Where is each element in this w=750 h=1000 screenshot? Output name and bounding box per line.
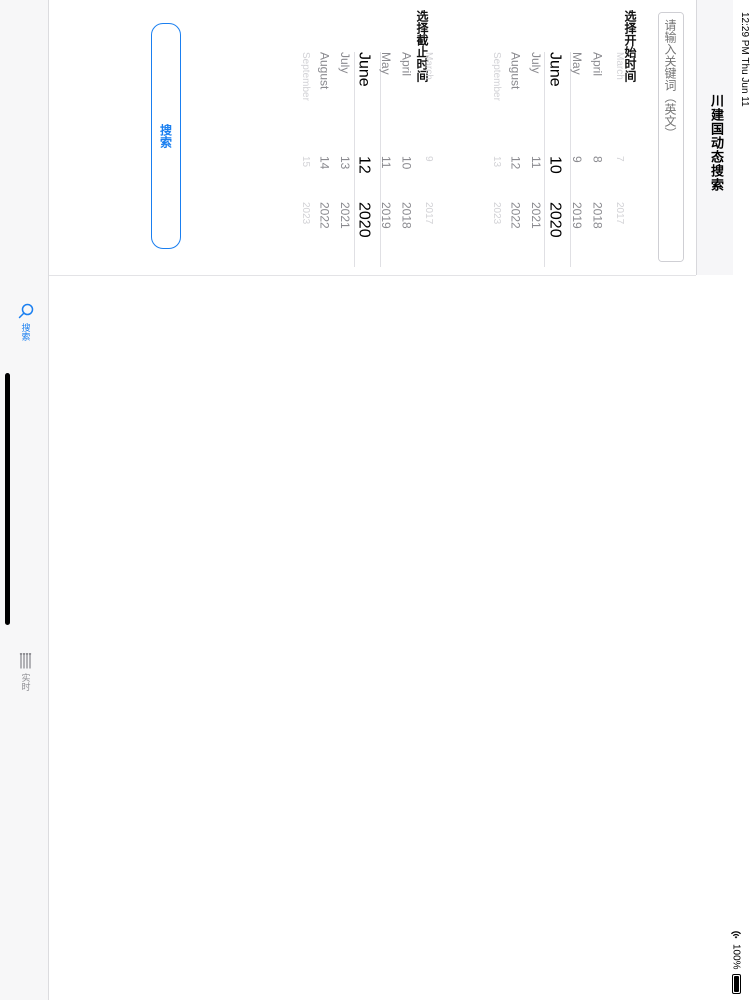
picker-year-option[interactable]: 2021 — [330, 202, 352, 229]
search-button-label: 搜索 — [158, 124, 173, 148]
picker-year-option[interactable]: 2020 — [542, 202, 564, 238]
picker-month-option[interactable]: April — [583, 52, 605, 76]
picker-year-option[interactable]: 2020 — [351, 202, 373, 238]
search-icon — [18, 303, 34, 319]
status-indicators: 100% — [722, 930, 750, 1000]
picker-day-option[interactable]: 9 — [412, 156, 434, 162]
picker-month-option[interactable]: September — [480, 52, 502, 101]
picker-month-option[interactable]: June — [351, 52, 373, 87]
page-title: 川建国动态搜索 — [709, 94, 724, 192]
picker-day-option[interactable]: 11 — [371, 156, 393, 168]
picker-year-option[interactable]: 2021 — [521, 202, 543, 229]
tab-realtime-label: 实时 — [20, 673, 31, 691]
picker-day-option[interactable]: 15 — [289, 156, 311, 167]
picker-month-option[interactable]: June — [542, 52, 564, 87]
picker-month-option[interactable]: May — [562, 52, 584, 75]
end-date-picker[interactable]: March April May June July August September 9 10 1… — [272, 52, 434, 267]
search-button[interactable]: 搜索 — [151, 23, 181, 249]
picker-year-option[interactable]: 2017 — [412, 202, 434, 224]
picker-day-option[interactable]: 9 — [562, 156, 584, 163]
picker-day-option[interactable]: 7 — [603, 156, 625, 162]
picker-year-option[interactable]: 2023 — [289, 202, 311, 224]
picker-month-option[interactable]: July — [521, 52, 543, 73]
picker-year-option[interactable]: 2018 — [392, 202, 414, 229]
tab-realtime[interactable]: 实时 — [14, 653, 38, 691]
picker-month-option[interactable]: April — [392, 52, 414, 76]
picker-month-option[interactable]: August — [501, 52, 523, 89]
picker-day-option[interactable]: 12 — [501, 156, 523, 169]
picker-year-option[interactable]: 2019 — [562, 202, 584, 229]
picker-year-option[interactable]: 2018 — [583, 202, 605, 229]
picker-day-option[interactable]: 10 — [542, 156, 564, 174]
picker-year-option[interactable]: 2022 — [310, 202, 332, 229]
picker-day-option[interactable]: 14 — [310, 156, 332, 169]
wifi-icon — [730, 930, 742, 940]
tab-search[interactable]: 搜索 — [14, 303, 38, 341]
start-date-picker[interactable]: March April May June July August September 7 8 9 1… — [480, 52, 625, 267]
battery-percent: 100% — [730, 944, 742, 970]
picker-year-option[interactable]: 2017 — [603, 202, 625, 224]
picker-day-option[interactable]: 10 — [392, 156, 414, 169]
picker-month-option[interactable]: July — [330, 52, 352, 73]
picker-month-option[interactable]: March — [603, 52, 625, 80]
picker-day-option[interactable]: 8 — [583, 156, 605, 163]
home-indicator — [5, 373, 10, 625]
tab-search-label: 搜索 — [20, 323, 31, 341]
list-icon — [19, 653, 32, 669]
picker-month-option[interactable]: August — [310, 52, 332, 89]
picker-day-option[interactable]: 11 — [521, 156, 543, 168]
picker-day-option[interactable]: 13 — [330, 156, 352, 169]
battery-icon — [731, 973, 741, 994]
picker-month-option[interactable]: March — [412, 52, 434, 80]
picker-day-option[interactable]: 12 — [351, 156, 373, 174]
picker-month-option[interactable]: September — [289, 52, 311, 101]
picker-year-option[interactable]: 2022 — [501, 202, 523, 229]
keyword-input[interactable] — [658, 12, 684, 262]
picker-day-option[interactable]: 13 — [480, 156, 502, 167]
picker-year-option[interactable]: 2019 — [371, 202, 393, 229]
picker-month-option[interactable]: May — [371, 52, 393, 75]
picker-year-option[interactable]: 2023 — [480, 202, 502, 224]
